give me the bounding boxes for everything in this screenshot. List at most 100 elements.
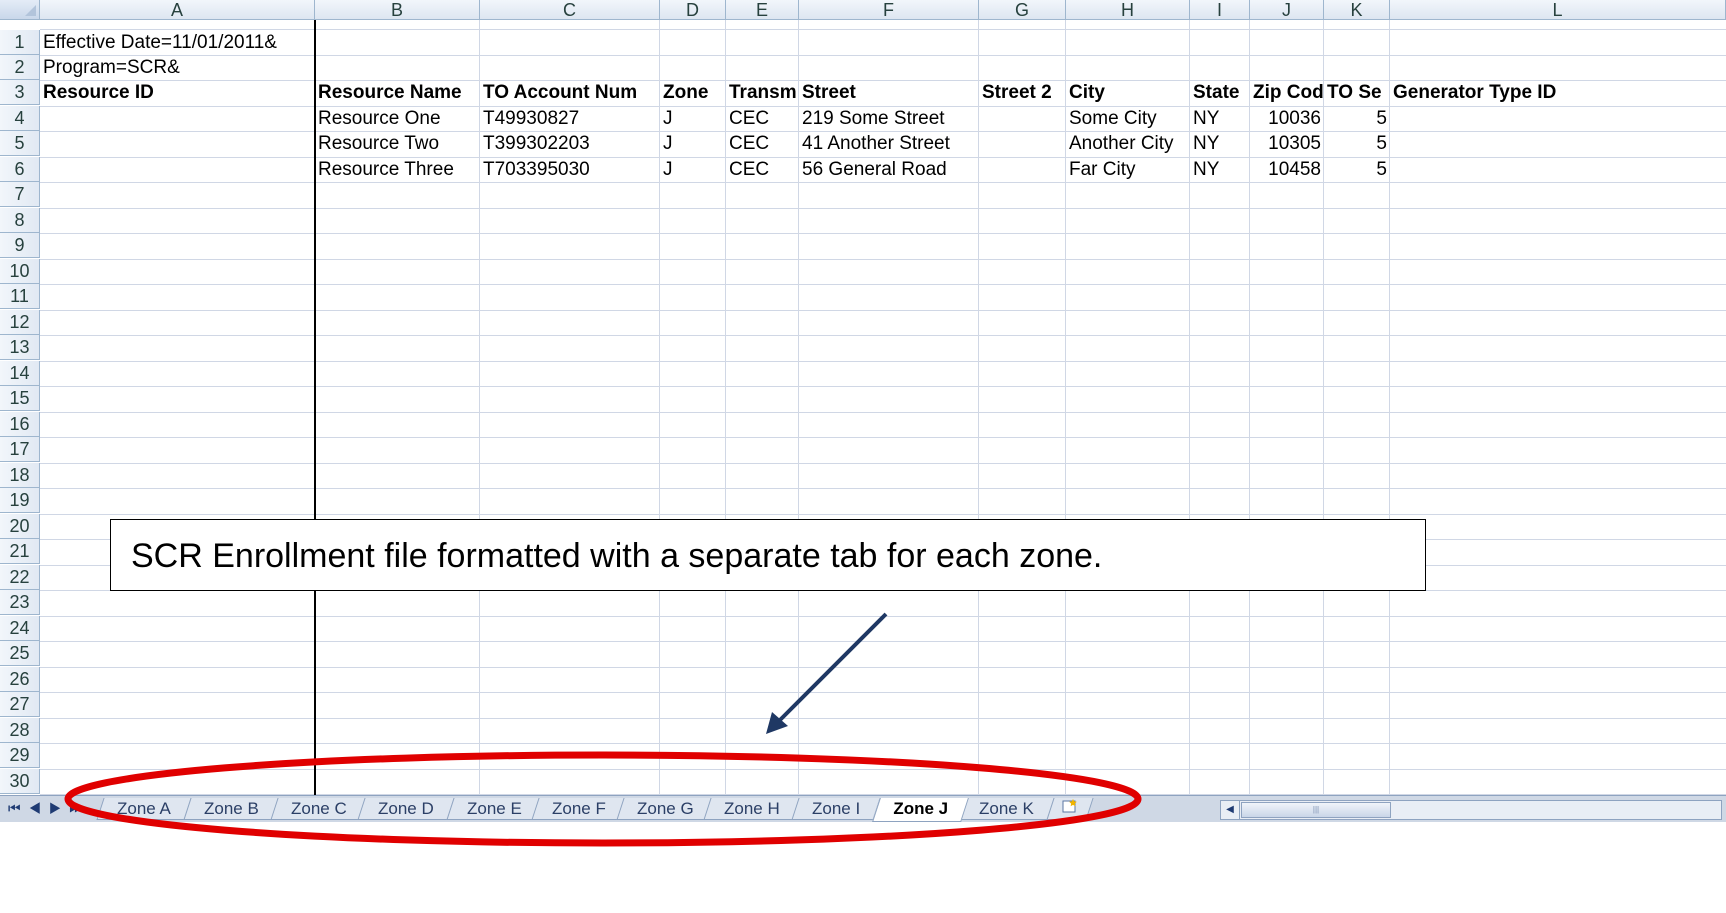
column-header-h[interactable]: H — [1066, 0, 1190, 20]
cell-to-service[interactable]: 5 — [1324, 157, 1390, 182]
row-header[interactable]: 12 — [0, 310, 40, 335]
row-header[interactable]: 25 — [0, 641, 40, 666]
sheet-tab-zone-h[interactable]: Zone H — [703, 798, 801, 820]
horizontal-scrollbar[interactable]: ◀ ||| — [1220, 800, 1722, 820]
column-header-i[interactable]: I — [1190, 0, 1250, 20]
cell-city[interactable]: Another City — [1066, 131, 1190, 156]
select-all-corner[interactable] — [0, 0, 40, 20]
cell-street[interactable]: 219 Some Street — [799, 106, 979, 131]
spreadsheet-grid[interactable]: A B C D E F G H I J K L 1 2 3 4 5 6 7 8 … — [0, 0, 1726, 885]
column-header-j[interactable]: J — [1250, 0, 1324, 20]
column-header-l[interactable]: L — [1390, 0, 1726, 20]
row-header[interactable]: 11 — [0, 284, 40, 309]
sheet-tab-zone-c[interactable]: Zone C — [270, 798, 368, 820]
sheet-tab-zone-j[interactable]: Zone J — [872, 798, 969, 822]
row-header[interactable]: 7 — [0, 182, 40, 207]
cell-state[interactable]: NY — [1190, 131, 1250, 156]
row-header[interactable]: 5 — [0, 131, 40, 156]
scroll-left-icon[interactable]: ◀ — [1221, 801, 1240, 819]
cell-resource-name[interactable]: Resource Two — [315, 131, 480, 156]
cell-city[interactable]: Far City — [1066, 157, 1190, 182]
row-header[interactable]: 3 — [0, 80, 40, 105]
row-header[interactable]: 9 — [0, 233, 40, 258]
cell-transmission[interactable]: CEC — [726, 131, 799, 156]
header-street-2[interactable]: Street 2 — [979, 80, 1066, 105]
column-header-d[interactable]: D — [660, 0, 726, 20]
sheet-tab-zone-i[interactable]: Zone I — [791, 798, 881, 820]
header-to-account-num[interactable]: TO Account Num — [480, 80, 660, 105]
header-state[interactable]: State — [1190, 80, 1250, 105]
cell-transmission[interactable]: CEC — [726, 106, 799, 131]
sheet-tab-zone-g[interactable]: Zone G — [616, 798, 715, 820]
sheet-tab-zone-d[interactable]: Zone D — [357, 798, 455, 820]
cell-a1[interactable]: Effective Date=11/01/2011& — [40, 30, 315, 55]
cell-transmission[interactable]: CEC — [726, 157, 799, 182]
cell-state[interactable]: NY — [1190, 157, 1250, 182]
row-header[interactable]: 20 — [0, 514, 40, 539]
cell-state[interactable]: NY — [1190, 106, 1250, 131]
cell-to-account-num[interactable]: T399302203 — [480, 131, 660, 156]
sheet-tab-zone-f[interactable]: Zone F — [531, 798, 627, 820]
header-resource-name[interactable]: Resource Name — [315, 80, 480, 105]
header-resource-id[interactable]: Resource ID — [40, 80, 315, 105]
cell-zip-code[interactable]: 10305 — [1250, 131, 1324, 156]
column-header-b[interactable]: B — [315, 0, 480, 20]
cell-street[interactable]: 41 Another Street — [799, 131, 979, 156]
header-zone[interactable]: Zone — [660, 80, 726, 105]
cell-street[interactable]: 56 General Road — [799, 157, 979, 182]
cell-zone[interactable]: J — [660, 157, 726, 182]
row-header[interactable]: 22 — [0, 565, 40, 590]
column-header-k[interactable]: K — [1324, 0, 1390, 20]
sheet-tab-zone-b[interactable]: Zone B — [183, 798, 280, 820]
row-header[interactable]: 4 — [0, 106, 40, 131]
cell-to-account-num[interactable]: T49930827 — [480, 106, 660, 131]
row-header[interactable]: 2 — [0, 55, 40, 80]
sheet-tab-zone-a[interactable]: Zone A — [96, 798, 192, 820]
row-header[interactable]: 21 — [0, 539, 40, 564]
row-header[interactable]: 30 — [0, 769, 40, 794]
row-header[interactable]: 16 — [0, 412, 40, 437]
row-header[interactable]: 26 — [0, 667, 40, 692]
header-street[interactable]: Street — [799, 80, 979, 105]
row-header[interactable]: 13 — [0, 335, 40, 360]
cell-zip-code[interactable]: 10036 — [1250, 106, 1324, 131]
header-zip-code[interactable]: Zip Cod — [1250, 80, 1324, 105]
tab-scroll-buttons[interactable]: ⏮ ◀ ▶ ⏭ — [8, 800, 84, 817]
cell-zone[interactable]: J — [660, 106, 726, 131]
row-header[interactable]: 24 — [0, 616, 40, 641]
header-city[interactable]: City — [1066, 80, 1190, 105]
sheet-tab-zone-k[interactable]: Zone K — [958, 798, 1055, 820]
cell-zip-code[interactable]: 10458 — [1250, 157, 1324, 182]
row-header[interactable]: 28 — [0, 718, 40, 743]
cell-resource-name[interactable]: Resource One — [315, 106, 480, 131]
row-header[interactable]: 10 — [0, 259, 40, 284]
row-header[interactable]: 1 — [0, 30, 40, 55]
row-header[interactable]: 17 — [0, 437, 40, 462]
row-header[interactable]: 18 — [0, 463, 40, 488]
row-header[interactable]: 14 — [0, 361, 40, 386]
scroll-thumb[interactable]: ||| — [1241, 802, 1391, 818]
row-header[interactable]: 15 — [0, 386, 40, 411]
column-header-f[interactable]: F — [799, 0, 979, 20]
row-header[interactable]: 8 — [0, 208, 40, 233]
cell-to-service[interactable]: 5 — [1324, 106, 1390, 131]
cell-resource-name[interactable]: Resource Three — [315, 157, 480, 182]
header-to-service[interactable]: TO Se — [1324, 80, 1390, 105]
cell-zone[interactable]: J — [660, 131, 726, 156]
column-header-c[interactable]: C — [480, 0, 660, 20]
column-header-a[interactable]: A — [40, 0, 315, 20]
row-header[interactable]: 19 — [0, 488, 40, 513]
insert-worksheet-tab[interactable] — [1046, 798, 1094, 820]
row-header[interactable]: 27 — [0, 692, 40, 717]
cell-city[interactable]: Some City — [1066, 106, 1190, 131]
cell-a2[interactable]: Program=SCR& — [40, 55, 315, 80]
row-header[interactable]: 6 — [0, 157, 40, 182]
column-header-g[interactable]: G — [979, 0, 1066, 20]
row-header[interactable]: 23 — [0, 590, 40, 615]
header-transmission[interactable]: Transm — [726, 80, 799, 105]
column-header-e[interactable]: E — [726, 0, 799, 20]
cell-to-account-num[interactable]: T703395030 — [480, 157, 660, 182]
header-generator-type-id[interactable]: Generator Type ID — [1390, 80, 1726, 105]
cell-to-service[interactable]: 5 — [1324, 131, 1390, 156]
row-header[interactable]: 29 — [0, 743, 40, 768]
